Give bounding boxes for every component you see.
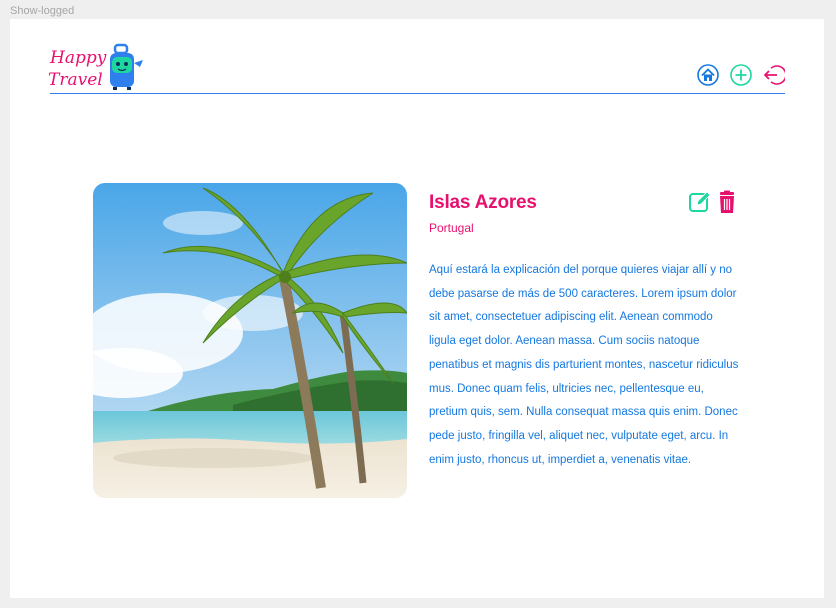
logo-text-line1: Happy (49, 48, 107, 68)
destination-title: Islas Azores (429, 192, 537, 213)
destination-photo (93, 183, 407, 498)
frame-label: Show-logged (10, 5, 75, 17)
logo-text-line2: Travel (48, 70, 103, 90)
edit-icon[interactable] (688, 190, 712, 214)
logout-icon[interactable] (763, 64, 785, 86)
artboard: Happy Travel Islas Azores Portugal Aquí … (10, 19, 824, 598)
trash-icon[interactable] (715, 190, 739, 214)
destination-country: Portugal (429, 221, 474, 235)
home-icon[interactable] (697, 64, 719, 86)
destination-description: Aquí estará la explicación del porque qu… (429, 264, 739, 466)
header-divider (50, 93, 785, 94)
happy-travel-logo[interactable]: Happy Travel (48, 41, 146, 91)
add-icon[interactable] (730, 64, 752, 86)
suitcase-mascot-icon (110, 43, 143, 90)
